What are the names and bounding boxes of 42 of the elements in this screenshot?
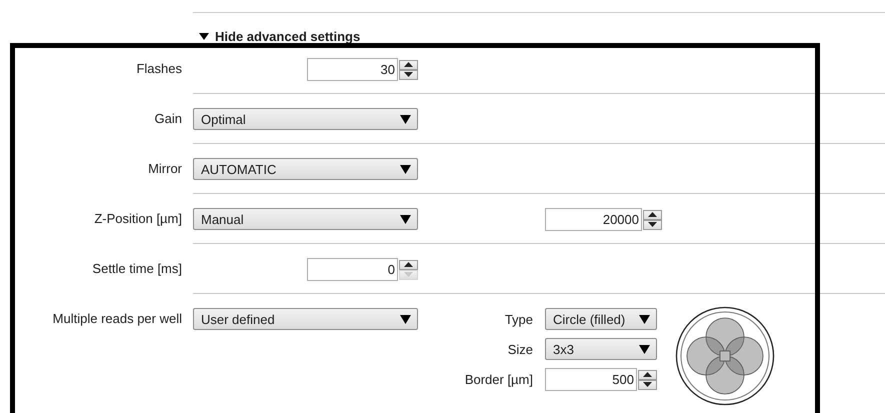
toggle-link[interactable]: Hide advanced settings [199,28,885,44]
field-label: Size [508,342,533,356]
field-label: Border [µm] [464,372,533,387]
field-label: Gain [154,111,182,126]
dropdown[interactable]: Manual [193,208,418,230]
spin-up-button[interactable] [638,370,657,380]
down-arrow-icon [643,382,652,387]
spin-down-button[interactable] [399,70,418,80]
spin-down-button[interactable] [643,220,662,230]
spin-down-button[interactable] [638,380,657,390]
spin-up-button[interactable] [399,260,418,270]
caret-icon [639,344,650,354]
field-label: Mirror [148,161,182,176]
number-field[interactable]: 20000 [545,208,642,231]
field-label: Settle time [ms] [92,261,182,276]
caret-icon [400,164,411,174]
up-arrow-icon [643,372,652,377]
field-label: Flashes [136,61,182,76]
down-arrow-icon [404,72,413,77]
triangle-icon [199,32,209,40]
dropdown[interactable]: 3x3 [545,338,657,360]
number-field[interactable]: 0 [307,258,398,281]
number-field[interactable]: 500 [545,368,637,391]
dropdown[interactable]: AUTOMATIC [193,158,418,180]
dropdown[interactable]: Circle (filled) [545,308,657,330]
up-arrow-icon [404,62,413,67]
dropdown[interactable]: Optimal [193,108,418,130]
up-arrow-icon [648,212,657,217]
caret-icon [400,214,411,224]
field-label: Z-Position [µm] [94,211,182,226]
spin-up-button[interactable] [643,210,662,220]
dropdown[interactable]: User defined [193,308,418,330]
down-arrow-icon [648,222,657,227]
spin-up-button[interactable] [399,60,418,70]
caret-icon [400,314,411,324]
number-field[interactable]: 30 [307,58,398,81]
up-arrow-icon [404,262,413,267]
caret-icon [400,114,411,124]
down-arrow-icon [404,272,413,277]
field-label: Multiple reads per well [52,311,182,326]
caret-icon [639,314,650,324]
field-label: Type [504,312,533,326]
